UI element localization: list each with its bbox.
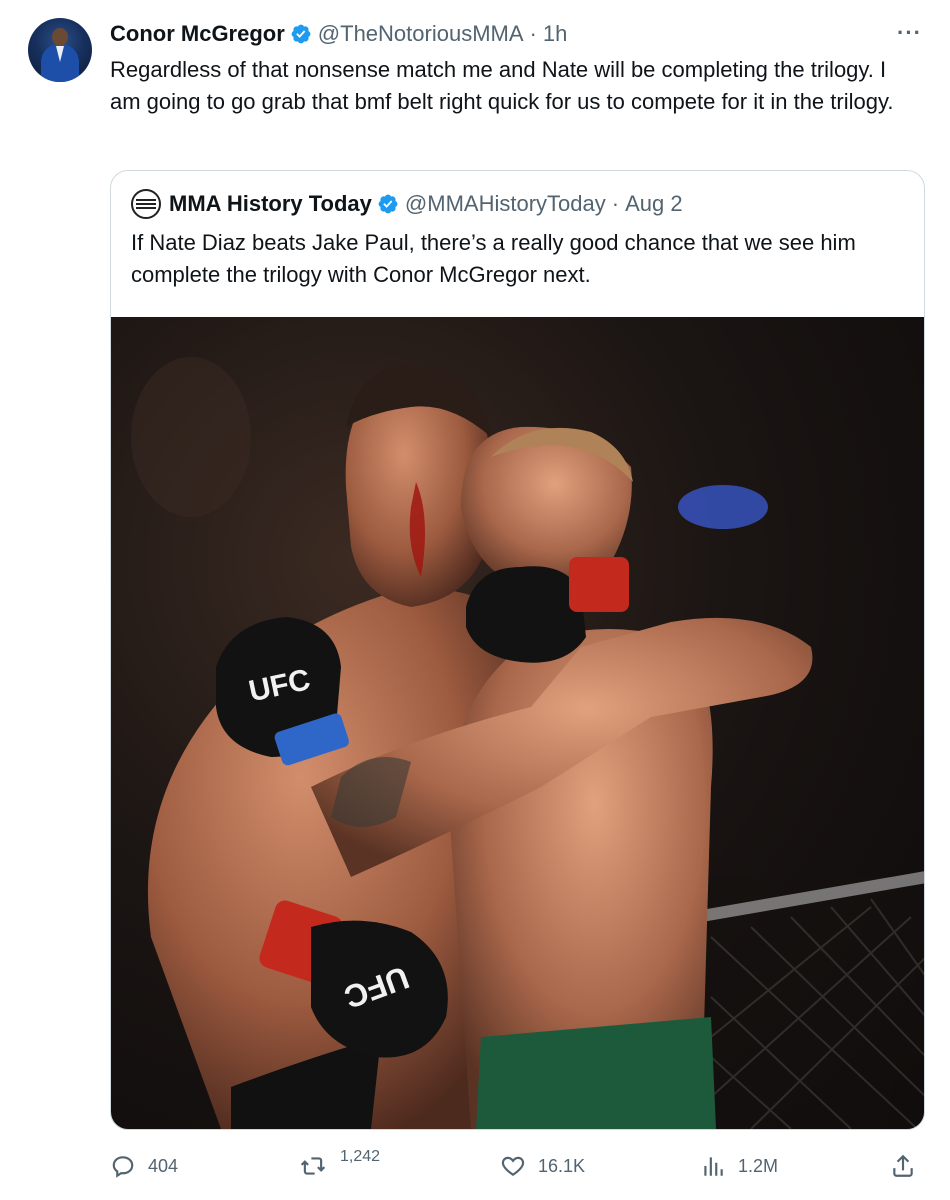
retweet-count: 1,242 [340,1148,381,1165]
views-chart-icon [704,1157,723,1176]
octagon-fence [694,871,924,1129]
like-count: 16.1K [538,1155,586,1176]
quote-header: MMA History Today @MMAHistoryToday · Aug… [131,189,683,219]
quote-photo[interactable]: UFC UFC [111,317,924,1129]
like-button[interactable]: 16.1K [500,1153,585,1179]
share-icon [893,1154,913,1177]
author-avatar[interactable] [28,18,92,82]
verified-badge-icon [377,193,399,215]
tweet[interactable]: Conor McGregor @TheNotoriousMMA · 1h ···… [0,0,950,1200]
author-name[interactable]: Conor McGregor [110,21,285,47]
separator-dot: · [529,21,537,46]
author-handle[interactable]: @TheNotoriousMMA [318,21,524,47]
quoted-tweet[interactable]: MMA History Today @MMAHistoryToday · Aug… [110,170,925,1130]
heart-icon [501,1156,525,1176]
views-count: 1.2M [738,1155,779,1176]
quote-author-avatar[interactable] [131,189,161,219]
quote-text: If Nate Diaz beats Jake Paul, there’s a … [131,230,856,287]
tweet-actions: 404 1,242 16.1K 1.2M [110,1145,920,1190]
retweet-button[interactable]: 1,242 [300,1145,380,1179]
avatar-head [52,28,68,46]
share-button[interactable] [890,1153,916,1179]
views-button[interactable]: 1.2M [700,1153,778,1179]
tweet-time[interactable]: 1h [543,21,567,47]
separator-dot: · [611,191,620,216]
quote-time[interactable]: Aug 2 [625,191,683,217]
reply-button[interactable]: 404 [110,1153,178,1179]
quote-author-name[interactable]: MMA History Today [169,191,372,217]
quote-author-handle[interactable]: @MMAHistoryToday [405,191,606,217]
more-options-icon[interactable]: ··· [897,20,922,46]
retweet-icon [300,1157,326,1175]
tweet-text: Regardless of that nonsense match me and… [110,57,894,114]
reply-count: 404 [148,1155,179,1176]
reply-icon [112,1156,134,1178]
fighters-illustration: UFC UFC [131,357,924,1129]
verified-badge-icon [290,23,312,45]
tweet-header: Conor McGregor @TheNotoriousMMA · 1h [110,18,567,50]
arena-light [678,485,768,529]
arena-blur [131,357,251,517]
